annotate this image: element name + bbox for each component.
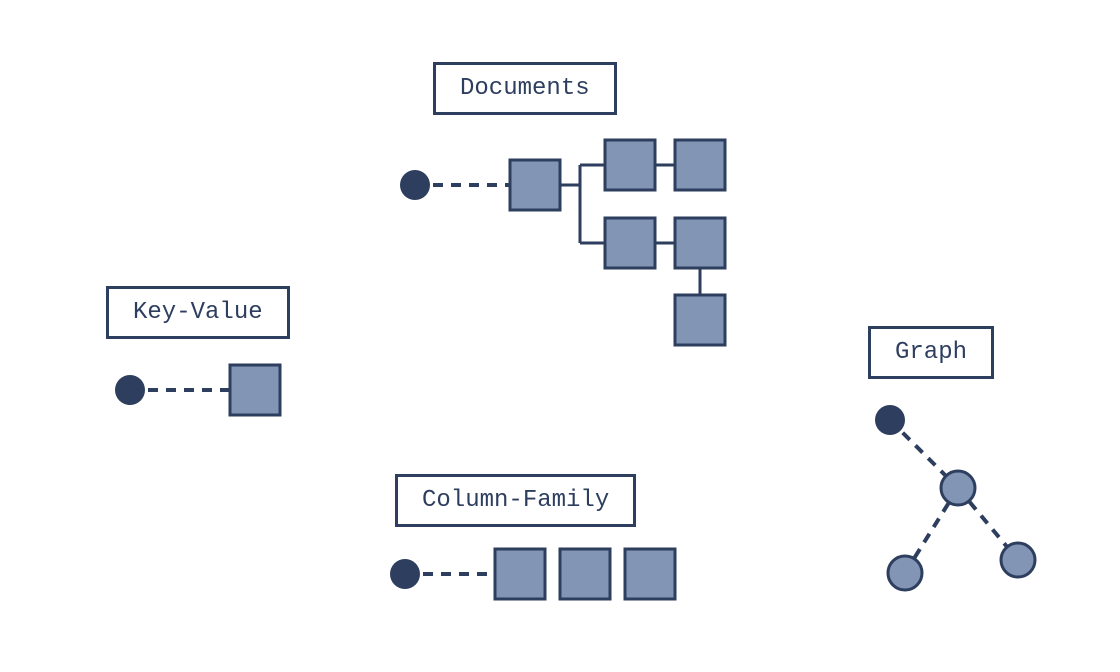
label-column-family: Column-Family (395, 474, 636, 527)
columnfamily-diagram (380, 542, 720, 607)
label-graph: Graph (868, 326, 994, 379)
graph-diagram (850, 390, 1070, 610)
label-key-value: Key-Value (106, 286, 290, 339)
documents-diagram (390, 130, 750, 350)
keyvalue-diagram (100, 360, 300, 420)
label-documents: Documents (433, 62, 617, 115)
